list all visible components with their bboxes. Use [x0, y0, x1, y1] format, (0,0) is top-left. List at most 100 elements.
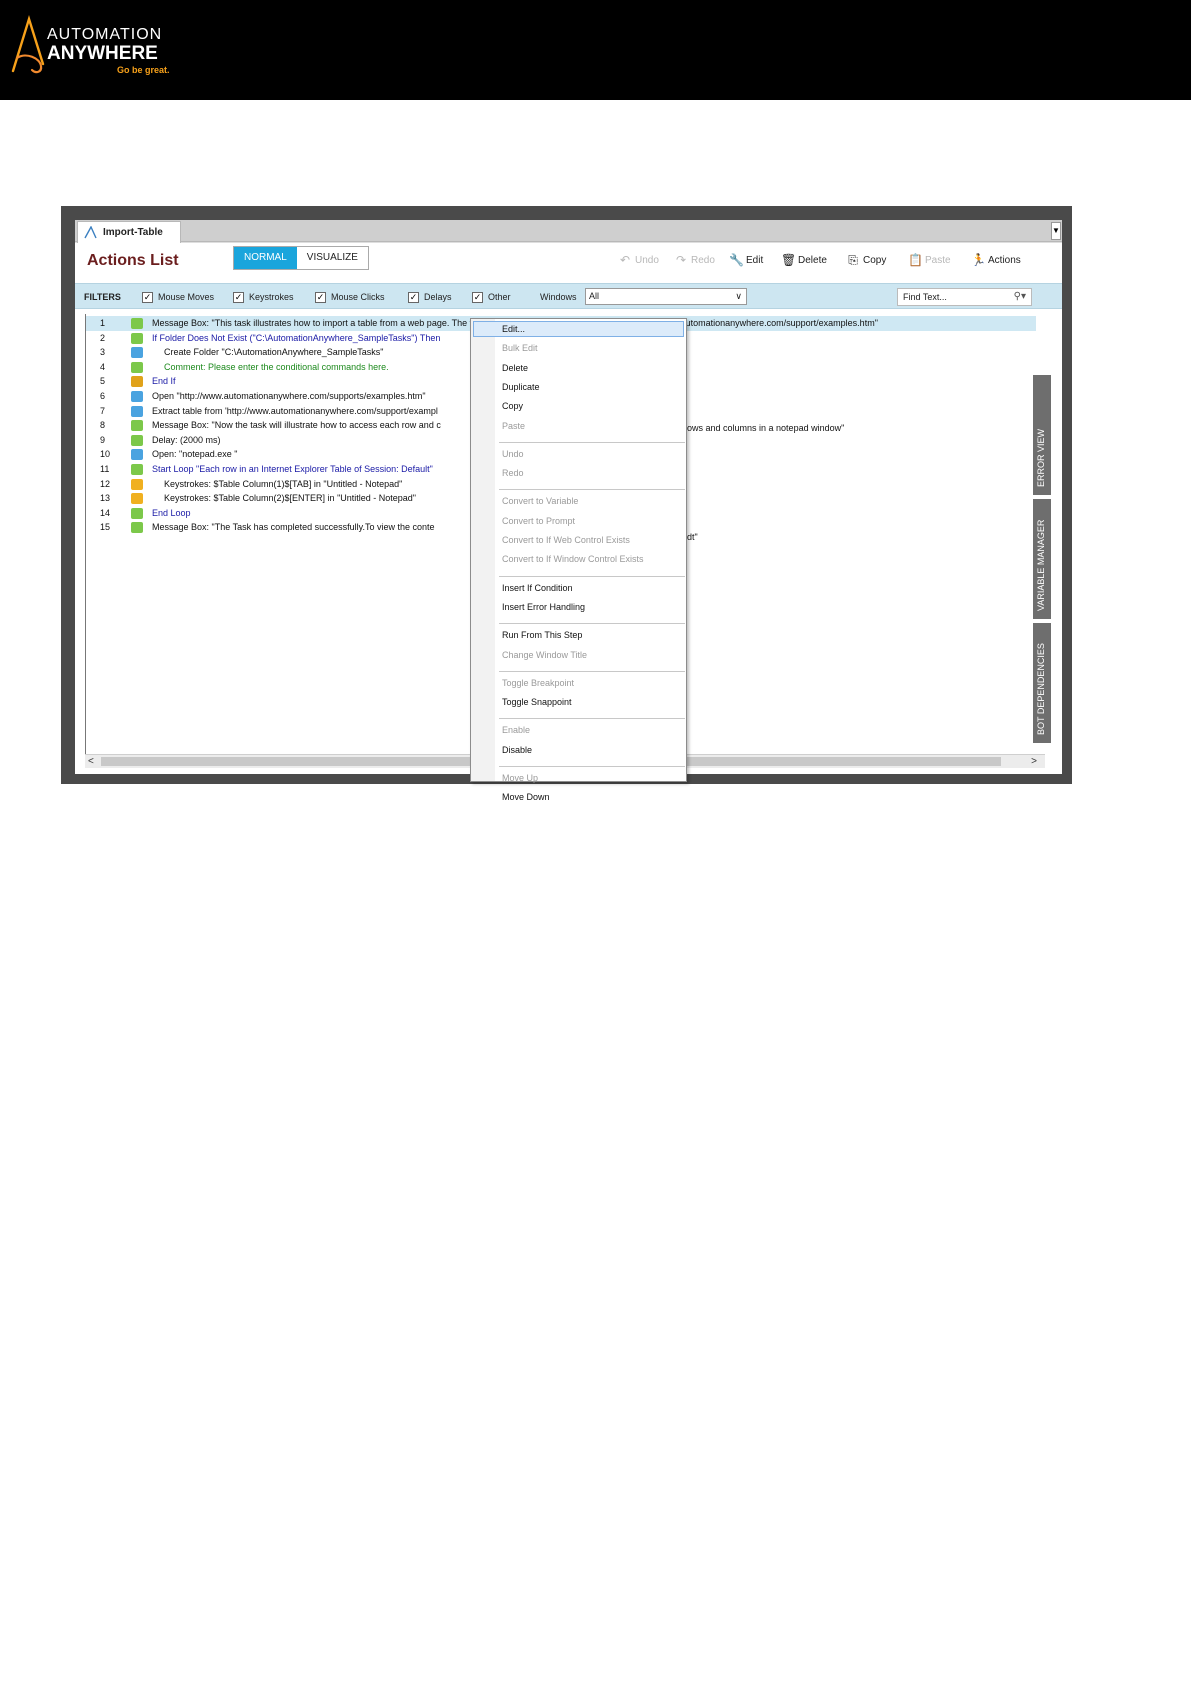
action-row-number: 6 [100, 391, 106, 401]
menu-item-edit[interactable]: Edit... [502, 323, 525, 335]
windows-label: Windows [540, 292, 577, 302]
variable-manager-tab[interactable]: VARIABLE MANAGER [1033, 499, 1051, 619]
action-row-number: 7 [100, 405, 106, 416]
menu-item-disable[interactable]: Disable [502, 744, 532, 756]
menu-item-paste[interactable]: Paste [502, 420, 525, 432]
menu-item-convert-to-if-window-control-exists[interactable]: Convert to If Window Control Exists [502, 553, 644, 565]
windows-select[interactable]: All ∨ [585, 288, 747, 305]
error-view-tab[interactable]: ERROR VIEW [1033, 375, 1051, 495]
keystrokes-icon [131, 478, 143, 490]
menu-separator [499, 489, 685, 491]
error-view-label: ERROR VIEW [1036, 428, 1046, 487]
menu-item-bulk-edit[interactable]: Bulk Edit [502, 342, 538, 354]
action-row-number: 3 [100, 347, 106, 358]
bot-dependencies-tab[interactable]: BOT DEPENDENCIES [1033, 623, 1051, 743]
delete-button[interactable]: 🗑 Delete [781, 251, 827, 269]
action-row-text: End Loop [152, 507, 191, 518]
filters-bar: FILTERS ✓ Mouse Moves ✓ Keystrokes ✓ Mou… [75, 283, 1062, 309]
menu-item-move-up[interactable]: Move Up [502, 772, 538, 784]
page-title: Actions List [87, 252, 179, 269]
action-row-number: 14 [100, 507, 111, 518]
overflow-text: dt" [687, 532, 698, 542]
message-box-icon [131, 318, 143, 329]
action-row-text: End If [152, 376, 176, 387]
redo-button[interactable]: ↷ Redo [674, 251, 715, 269]
scroll-right-icon[interactable]: > [1031, 755, 1037, 768]
checkbox[interactable]: ✓ [315, 291, 326, 303]
undo-button[interactable]: ↶ Undo [618, 251, 659, 269]
variable-manager-label: VARIABLE MANAGER [1036, 519, 1046, 611]
copy-button[interactable]: ⎘ Copy [846, 251, 886, 269]
menu-item-insert-if-condition[interactable]: Insert If Condition [502, 582, 573, 594]
checkbox[interactable]: ✓ [472, 291, 483, 303]
filter-keystrokes[interactable]: ✓ Keystrokes [233, 290, 294, 304]
menu-item-insert-error-handling[interactable]: Insert Error Handling [502, 601, 585, 613]
document-tab[interactable]: Import-Table [77, 221, 181, 243]
action-row-text: Open: "notepad.exe " [152, 449, 238, 460]
menu-item-run-from-this-step[interactable]: Run From This Step [502, 629, 582, 641]
menu-item-copy[interactable]: Copy [502, 400, 523, 412]
document-tab-title: Import-Table [103, 227, 163, 238]
action-row-text: Keystrokes: $Table Column(2)$[ENTER] in … [164, 493, 416, 504]
filter-mouse-moves[interactable]: ✓ Mouse Moves [142, 290, 214, 304]
app-a-icon [84, 226, 97, 239]
actions-label: Actions [988, 254, 1021, 266]
filter-label: Keystrokes [249, 292, 294, 302]
view-mode-toggle: NORMAL VISUALIZE [233, 246, 369, 270]
logo-tagline: Go be great. [117, 65, 170, 75]
menu-item-toggle-snappoint[interactable]: Toggle Snappoint [502, 696, 572, 708]
action-row-text: Start Loop "Each row in an Internet Expl… [152, 464, 433, 474]
actions-button[interactable]: 🏃 Actions [971, 251, 1021, 269]
automation-anywhere-a-icon [11, 14, 45, 74]
filter-other[interactable]: ✓ Other [472, 290, 511, 304]
action-row-number: 5 [100, 376, 106, 387]
menu-item-change-window-title[interactable]: Change Window Title [502, 649, 587, 661]
menu-item-undo[interactable]: Undo [502, 448, 524, 460]
find-text-input[interactable]: Find Text... ⚲▾ [897, 288, 1032, 306]
bot-dependencies-label: BOT DEPENDENCIES [1036, 643, 1046, 735]
menu-item-convert-to-if-web-control-exists[interactable]: Convert to If Web Control Exists [502, 534, 630, 546]
menu-item-convert-to-variable[interactable]: Convert to Variable [502, 495, 578, 507]
edit-label: Edit [746, 254, 764, 266]
menu-item-delete[interactable]: Delete [502, 362, 528, 374]
message-box-icon [131, 522, 143, 534]
filter-delays[interactable]: ✓ Delays [408, 290, 452, 304]
action-row-number: 8 [100, 420, 106, 431]
filter-mouse-clicks[interactable]: ✓ Mouse Clicks [315, 290, 385, 304]
menu-item-move-down[interactable]: Move Down [502, 791, 550, 803]
menu-item-toggle-breakpoint[interactable]: Toggle Breakpoint [502, 677, 574, 689]
filters-label: FILTERS [84, 292, 121, 302]
loop-icon [131, 464, 143, 475]
document-tab-strip: Import-Table ▼ [75, 220, 1062, 243]
page-header: AUTOMATION ANYWHERE Go be great. [0, 0, 1191, 100]
checkbox[interactable]: ✓ [142, 291, 153, 303]
row-15-overflow-text: dt" [687, 530, 747, 545]
visualize-view-button[interactable]: VISUALIZE [296, 247, 368, 269]
menu-item-convert-to-prompt[interactable]: Convert to Prompt [502, 515, 575, 527]
filter-label: Mouse Clicks [331, 292, 385, 302]
paste-button[interactable]: 📋 Paste [908, 251, 951, 269]
menu-separator [499, 670, 685, 672]
menu-item-duplicate[interactable]: Duplicate [502, 381, 540, 393]
comment-icon [131, 361, 143, 373]
tab-dropdown-icon[interactable]: ▼ [1051, 222, 1061, 240]
delete-label: Delete [798, 254, 827, 266]
search-icon[interactable]: ⚲▾ [1014, 289, 1026, 305]
web-recorder-icon [131, 405, 143, 417]
normal-view-button[interactable]: NORMAL [234, 247, 297, 269]
menu-item-enable[interactable]: Enable [502, 724, 530, 736]
action-row-text: Extract table from 'http://www.automatio… [152, 405, 438, 416]
action-row-text: Message Box: "The Task has completed suc… [152, 522, 435, 533]
edit-button[interactable]: 🔧 Edit [729, 251, 763, 269]
toolbar: ↶ Undo ↷ Redo 🔧 Edit 🗑 Delete ⎘ Copy 📋 P… [618, 251, 1058, 269]
menu-item-redo[interactable]: Redo [502, 467, 524, 479]
action-row-text: Create Folder "C:\AutomationAnywhere_Sam… [164, 347, 384, 358]
action-row-text: Delay: (2000 ms) [152, 434, 221, 445]
logo-text-automation: AUTOMATION [47, 26, 163, 43]
scroll-left-icon[interactable]: < [88, 755, 94, 768]
checkbox[interactable]: ✓ [408, 291, 419, 303]
redo-icon: ↷ [675, 253, 687, 267]
wrench-icon: 🔧 [729, 253, 744, 267]
checkbox[interactable]: ✓ [233, 291, 244, 303]
action-row-number: 12 [100, 478, 111, 489]
